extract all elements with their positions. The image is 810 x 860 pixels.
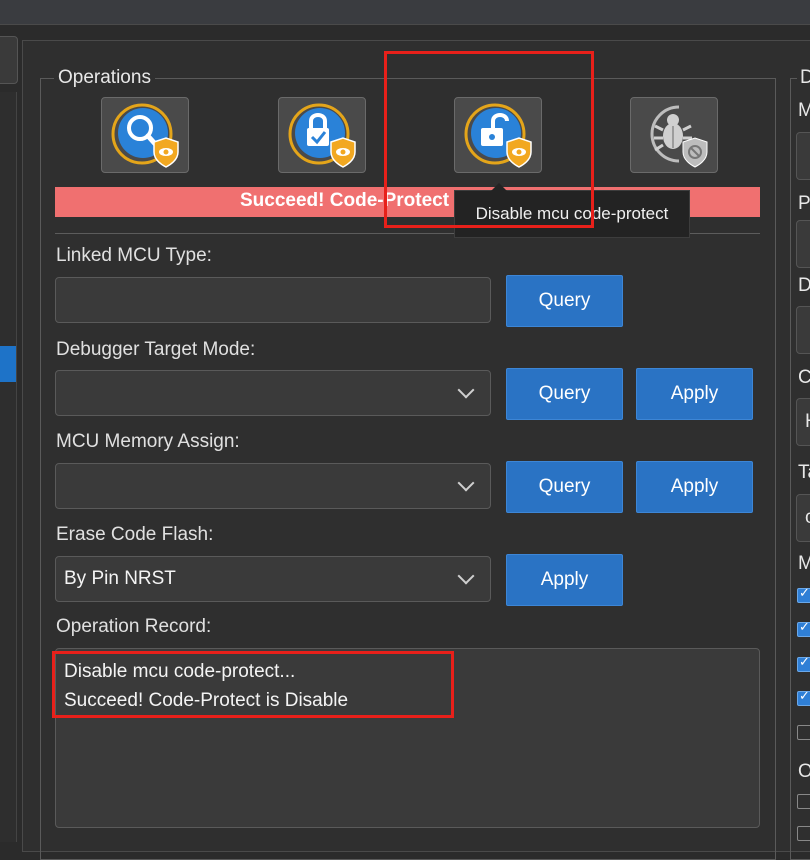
right-field-5-value: c (805, 507, 810, 528)
right-field-1[interactable] (796, 132, 810, 180)
right-field-4[interactable]: H (796, 398, 810, 446)
disable-debug-icon (650, 105, 708, 168)
erase-flash-select[interactable]: By Pin NRST (55, 556, 491, 602)
right-label-2: P (798, 193, 810, 214)
right-field-5[interactable]: c (796, 494, 810, 542)
right-field-4-value: H (805, 411, 810, 433)
left-nav-button[interactable] (0, 36, 18, 84)
chevron-down-icon (457, 567, 475, 585)
left-sidebar-active-item[interactable] (0, 346, 16, 382)
linked-mcu-field (55, 277, 491, 323)
right-field-2[interactable] (796, 220, 810, 268)
memory-assign-select[interactable] (55, 463, 491, 509)
operations-legend: Operations (54, 67, 155, 89)
right-checkbox-2[interactable] (797, 619, 810, 637)
enable-protect-icon (288, 103, 356, 168)
right-label-4: C (798, 367, 810, 388)
query-protect-button[interactable] (101, 97, 189, 173)
memory-assign-label: MCU Memory Assign: (56, 431, 240, 452)
linked-mcu-label: Linked MCU Type: (56, 245, 212, 266)
right-field-3[interactable] (796, 306, 810, 354)
enable-protect-button[interactable] (278, 97, 366, 173)
right-label-1: M (798, 100, 810, 121)
right-checkbox-1[interactable] (797, 585, 810, 603)
query-protect-icon (111, 103, 179, 168)
memory-assign-query-button[interactable]: Query (506, 461, 623, 513)
right-checkbox-6[interactable] (797, 794, 810, 809)
left-sidebar (0, 92, 17, 842)
operation-record-label: Operation Record: (56, 616, 212, 637)
right-checkbox-7[interactable] (797, 826, 810, 841)
erase-flash-label: Erase Code Flash: (56, 524, 214, 545)
highlight-box-button (384, 51, 594, 228)
memory-assign-apply-button[interactable]: Apply (636, 461, 753, 513)
highlight-box-record (52, 651, 454, 718)
linked-mcu-query-button[interactable]: Query (506, 275, 623, 327)
right-label-6: M (798, 553, 810, 574)
right-label-7: O (798, 761, 810, 782)
right-checkbox-5[interactable] (797, 725, 810, 740)
disable-debug-button[interactable] (630, 97, 718, 173)
right-checkbox-3[interactable] (797, 654, 810, 672)
window-top-bar (0, 0, 810, 25)
erase-flash-apply-button[interactable]: Apply (506, 554, 623, 606)
right-label-5: Ta (798, 462, 810, 483)
debugger-mode-select[interactable] (55, 370, 491, 416)
debugger-mode-label: Debugger Target Mode: (56, 339, 256, 360)
debugger-mode-query-button[interactable]: Query (506, 368, 623, 420)
right-checkbox-4[interactable] (797, 688, 810, 706)
right-label-3: D (798, 275, 810, 296)
right-group-legend: D (797, 67, 810, 89)
chevron-down-icon (457, 474, 475, 492)
erase-flash-value: By Pin NRST (64, 568, 176, 589)
debugger-mode-apply-button[interactable]: Apply (636, 368, 753, 420)
chevron-down-icon (457, 381, 475, 399)
